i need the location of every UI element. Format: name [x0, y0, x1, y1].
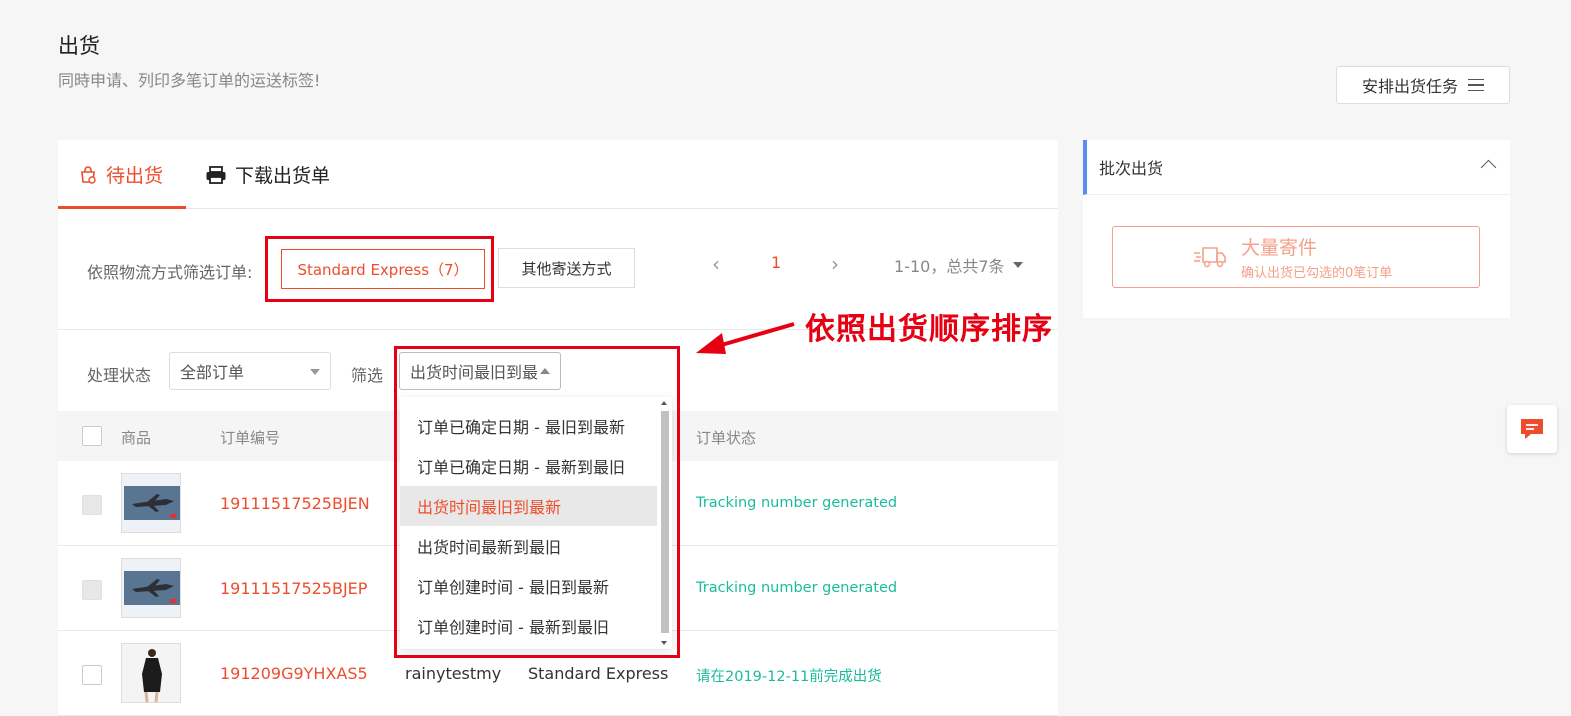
next-page-icon[interactable]: › [831, 252, 839, 276]
arrange-shipment-label: 安排出货任务 [1361, 77, 1458, 96]
annotation-text: 依照出货顺序排序 [805, 312, 1053, 347]
order-status: Tracking number generated [696, 495, 898, 511]
row-checkbox[interactable] [82, 580, 102, 600]
batch-shipping-header[interactable]: 批次出货 [1083, 140, 1510, 195]
dropdown-scrollbar[interactable] [659, 401, 670, 645]
printer-icon [206, 165, 226, 184]
order-status: 请在2019-12-11前完成出货 [696, 669, 882, 685]
caret-down-icon [310, 369, 320, 375]
truck-icon [1194, 247, 1226, 268]
current-page[interactable]: 1 [771, 253, 781, 272]
bulk-ship-title: 大量寄件 [1241, 237, 1318, 259]
bulk-ship-button[interactable]: 大量寄件 确认出货已勾选的0笔订单 [1112, 226, 1480, 288]
airplane-image [124, 571, 180, 605]
caret-up-icon [540, 368, 550, 374]
sort-select-value: 出货时间最旧到最新 [410, 363, 538, 382]
order-number-link[interactable]: 19111517525BJEN [220, 494, 370, 513]
bulk-ship-subtitle: 确认出货已勾选的0笔订单 [1241, 266, 1393, 281]
scroll-thumb[interactable] [661, 411, 669, 633]
chat-icon [1521, 419, 1543, 439]
status-select[interactable]: 全部订单 [169, 352, 331, 390]
order-status: Tracking number generated [696, 580, 898, 596]
caret-down-icon [1012, 262, 1023, 268]
batch-shipping-title: 批次出货 [1099, 159, 1164, 178]
pagination-info[interactable]: 1-10，总共7条 [894, 253, 1023, 277]
shipping-bag-icon [81, 165, 96, 184]
logistics-filter-label: 依照物流方式筛选订单: [87, 263, 253, 282]
annotation-arrow-icon [696, 322, 795, 354]
sort-filter-label: 筛选 [351, 366, 384, 385]
tab-to-ship[interactable]: 待出货 [78, 140, 163, 209]
sort-option[interactable]: 订单创建时间 - 最新到最旧 [400, 606, 657, 646]
sort-option[interactable]: 订单创建时间 - 最旧到最新 [400, 566, 657, 606]
sort-option[interactable]: 订单已确定日期 - 最新到最旧 [400, 446, 657, 486]
product-thumbnail [121, 643, 181, 703]
sort-select[interactable]: 出货时间最旧到最新 [399, 352, 561, 390]
scroll-up-icon[interactable] [661, 401, 667, 405]
col-order-status: 订单状态 [696, 429, 757, 447]
status-select-value: 全部订单 [180, 363, 245, 382]
tabs: 待出货 下载出货单 [58, 140, 1058, 209]
arrange-shipment-button[interactable]: 安排出货任务 [1336, 66, 1510, 104]
prev-page-icon[interactable]: ‹ [712, 252, 720, 276]
page-subtitle: 同時申请、列印多笔订单的运送标签! [58, 71, 321, 90]
product-thumbnail [121, 473, 181, 533]
order-number-link[interactable]: 19111517525BJEP [220, 579, 367, 598]
order-number-link[interactable]: 191209G9YHXAS5 [220, 664, 368, 683]
scroll-down-icon[interactable] [661, 641, 667, 645]
product-thumbnail [121, 558, 181, 618]
select-all-checkbox[interactable] [82, 426, 102, 446]
col-product: 商品 [121, 429, 152, 447]
pagination-info-text: 1-10，总共7条 [894, 257, 1005, 276]
airplane-image [124, 486, 180, 520]
buyer-name: rainytestmy [405, 664, 502, 683]
other-shipping-button[interactable]: 其他寄送方式 [498, 248, 635, 288]
batch-shipping-panel: 批次出货 大量寄件 确认出货已勾选的0笔订单 [1083, 140, 1510, 318]
tab-download-label: 下载出货单 [235, 165, 331, 187]
chat-button[interactable] [1507, 405, 1557, 453]
col-order-no: 订单编号 [220, 429, 281, 447]
row-checkbox[interactable] [82, 495, 102, 515]
menu-icon [1468, 79, 1484, 91]
page-title: 出货 [58, 34, 100, 58]
sort-options-list: 订单已确定日期 - 最旧到最新 订单已确定日期 - 最新到最旧 出货时间最旧到最… [400, 406, 657, 646]
chevron-up-icon[interactable] [1480, 159, 1497, 176]
sort-option-selected[interactable]: 出货时间最旧到最新 [400, 486, 657, 526]
tab-to-ship-label: 待出货 [106, 165, 164, 187]
standard-express-button[interactable]: Standard Express（7） [281, 249, 485, 289]
sort-option[interactable]: 订单已确定日期 - 最旧到最新 [400, 406, 657, 446]
dress-image [142, 649, 162, 702]
tab-download-shipping-list[interactable]: 下载出货单 [205, 140, 330, 209]
sort-option[interactable]: 出货时间最新到最旧 [400, 526, 657, 566]
status-filter-label: 处理状态 [87, 366, 152, 385]
row-checkbox[interactable] [82, 665, 102, 685]
shipping-method: Standard Express [528, 664, 669, 683]
sort-dropdown: 订单已确定日期 - 最旧到最新 订单已确定日期 - 最新到最旧 出货时间最旧到最… [400, 397, 672, 649]
